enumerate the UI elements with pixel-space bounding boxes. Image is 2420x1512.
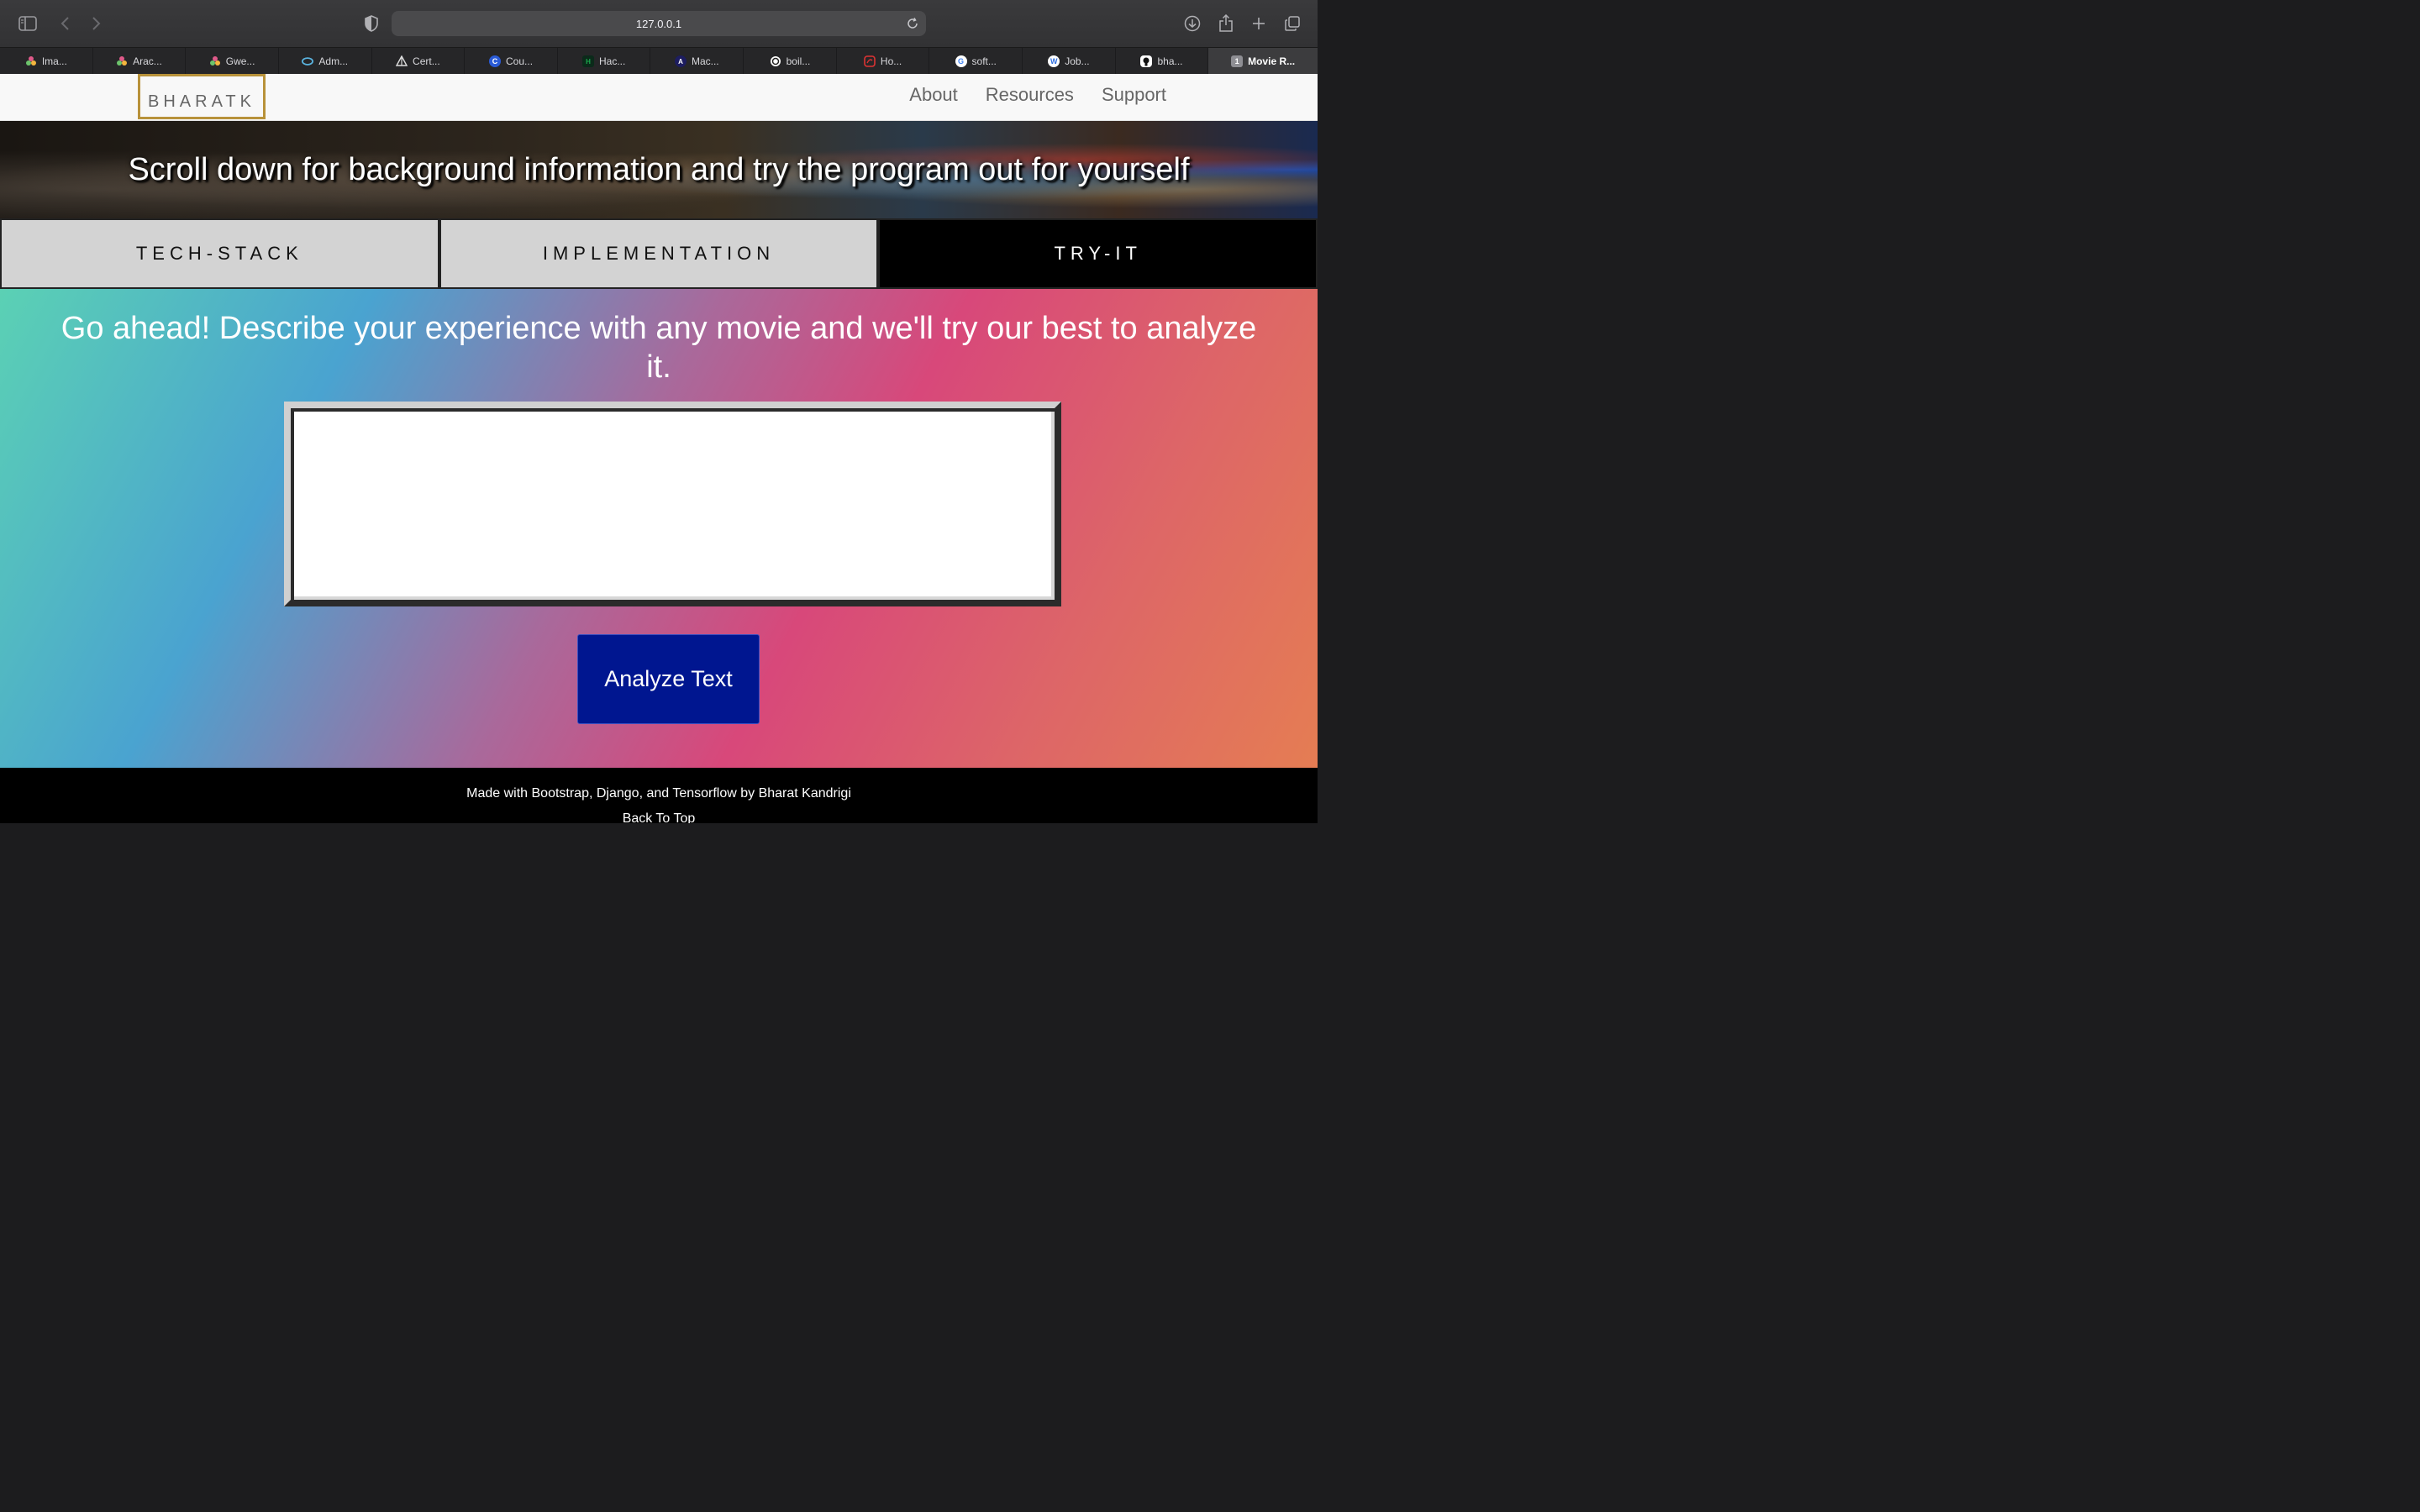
browser-tab[interactable]: C Cou... — [465, 48, 558, 75]
number-badge-icon: 1 — [1231, 55, 1244, 67]
back-to-top-link[interactable]: Back To Top — [0, 811, 1318, 823]
nav-link-about[interactable]: About — [909, 84, 958, 106]
site-navbar: BHARATK About Resources Support — [0, 74, 1318, 121]
browser-tab[interactable]: W Job... — [1023, 48, 1116, 75]
footer-credit: Made with Bootstrap, Django, and Tensorf… — [466, 786, 851, 801]
tab-tech-stack[interactable]: TECH-STACK — [0, 218, 439, 289]
tab-label: Mac... — [691, 55, 719, 67]
browser-tab[interactable]: H Hac... — [557, 48, 651, 75]
forward-icon[interactable] — [85, 12, 108, 35]
web-page: BHARATK About Resources Support Scroll d… — [0, 74, 1318, 823]
section-tabs: TECH-STACK IMPLEMENTATION TRY-IT — [0, 218, 1318, 289]
tab-label: Gwe... — [225, 55, 255, 67]
tab-label: Hac... — [598, 55, 626, 67]
browser-tab[interactable]: Cert... — [371, 48, 466, 75]
browser-tab[interactable]: A Mac... — [650, 48, 744, 75]
multicolor-dots-icon — [25, 55, 37, 67]
pyramid-icon — [396, 55, 408, 67]
hero-banner: Scroll down for background information a… — [0, 121, 1318, 218]
browser-tab[interactable]: Adm... — [278, 48, 372, 75]
google-icon: G — [955, 55, 967, 67]
analyze-text-button[interactable]: Analyze Text — [577, 634, 760, 724]
hackerrank-icon: H — [581, 55, 594, 67]
site-footer: Made with Bootstrap, Django, and Tensorf… — [0, 768, 1318, 823]
nav-links: About Resources Support — [909, 84, 1166, 106]
browser-tab[interactable]: Gsoft... — [929, 48, 1023, 75]
try-it-prompt: Go ahead! Describe your experience with … — [60, 311, 1257, 385]
tab-label: boil... — [786, 55, 811, 67]
tab-label: Arac... — [133, 55, 162, 67]
browser-tab[interactable]: Ho... — [836, 48, 930, 75]
tab-label: Movie R... — [1248, 55, 1296, 67]
nav-link-resources[interactable]: Resources — [986, 84, 1074, 106]
browser-tab[interactable]: Arac... — [92, 48, 187, 75]
share-icon[interactable] — [1214, 12, 1238, 35]
github-icon — [1140, 55, 1153, 67]
reload-icon[interactable] — [904, 15, 921, 32]
multicolor-dots-icon — [209, 55, 221, 67]
tab-label: Adm... — [318, 55, 349, 67]
tab-label: soft... — [971, 55, 997, 67]
url-text: 127.0.0.1 — [635, 17, 682, 30]
tab-label: Cou... — [506, 55, 534, 67]
a-letter-icon: A — [674, 55, 687, 67]
multicolor-dots-icon — [116, 55, 128, 67]
review-textarea[interactable] — [284, 402, 1061, 606]
browser-tab-bar: Ima... Arac... Gwe... Adm... Cert... C Co… — [0, 47, 1318, 75]
square-logo-icon — [864, 55, 876, 67]
brand-logo[interactable]: BHARATK — [138, 74, 266, 119]
back-icon[interactable] — [53, 12, 76, 35]
browser-tab[interactable]: bha... — [1115, 48, 1209, 75]
eye-icon — [302, 55, 314, 67]
browser-tab[interactable]: boil... — [744, 48, 837, 75]
hero-text: Scroll down for background information a… — [128, 152, 1190, 187]
tab-implementation[interactable]: IMPLEMENTATION — [439, 218, 879, 289]
privacy-shield-icon[interactable] — [360, 12, 383, 35]
address-bar[interactable]: 127.0.0.1 — [392, 11, 926, 36]
tab-label: Ho... — [880, 55, 902, 67]
downloads-icon[interactable] — [1181, 12, 1204, 35]
browser-toolbar: 127.0.0.1 — [0, 0, 1318, 47]
w-letter-icon: W — [1048, 55, 1060, 67]
new-tab-plus-icon[interactable] — [1247, 12, 1270, 35]
tab-label: Ima... — [41, 55, 67, 67]
spiral-icon — [770, 55, 781, 67]
tab-label: Job... — [1065, 55, 1090, 67]
c-letter-icon: C — [489, 55, 502, 67]
sidebar-toggle-icon[interactable] — [16, 12, 39, 35]
try-it-section: Go ahead! Describe your experience with … — [0, 289, 1318, 768]
tab-label: Cert... — [413, 55, 440, 67]
tab-label: bha... — [1157, 55, 1183, 67]
tab-try-it[interactable]: TRY-IT — [878, 218, 1318, 289]
nav-link-support[interactable]: Support — [1102, 84, 1166, 106]
browser-tab-active[interactable]: 1 Movie R... — [1208, 48, 1318, 75]
browser-tab[interactable]: Gwe... — [186, 48, 279, 75]
tab-overview-icon[interactable] — [1281, 12, 1304, 35]
browser-tab[interactable]: Ima... — [0, 48, 93, 75]
